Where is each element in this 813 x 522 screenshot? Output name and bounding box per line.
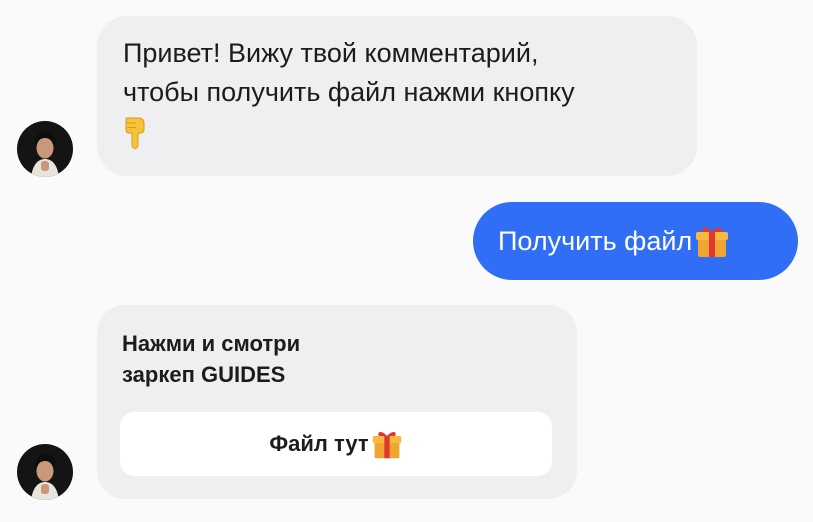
message-text-line: чтобы получить файл нажми кнопку <box>123 77 575 107</box>
file-here-button[interactable]: Файл тут <box>120 412 552 476</box>
point-down-icon <box>123 115 151 149</box>
message-text-line: Привет! Вижу твой комментарий, <box>123 38 539 68</box>
avatar[interactable] <box>17 444 73 500</box>
card-text: Нажми и смотри заркеп GUIDES <box>122 328 300 390</box>
file-here-label: Файл тут <box>269 431 369 456</box>
outgoing-message-get-file: Получить файл <box>473 202 798 280</box>
incoming-message-greeting: Привет! Вижу твой комментарий, чтобы пол… <box>97 16 697 176</box>
reply-text: Получить файл <box>498 225 693 256</box>
incoming-message-card: Нажми и смотри заркеп GUIDES Файл тут <box>97 305 577 499</box>
gift-icon <box>371 428 403 460</box>
card-text-line: Нажми и смотри <box>122 331 301 356</box>
card-text-line: заркеп GUIDES <box>122 362 286 387</box>
avatar[interactable] <box>17 121 73 177</box>
gift-icon <box>694 223 730 259</box>
